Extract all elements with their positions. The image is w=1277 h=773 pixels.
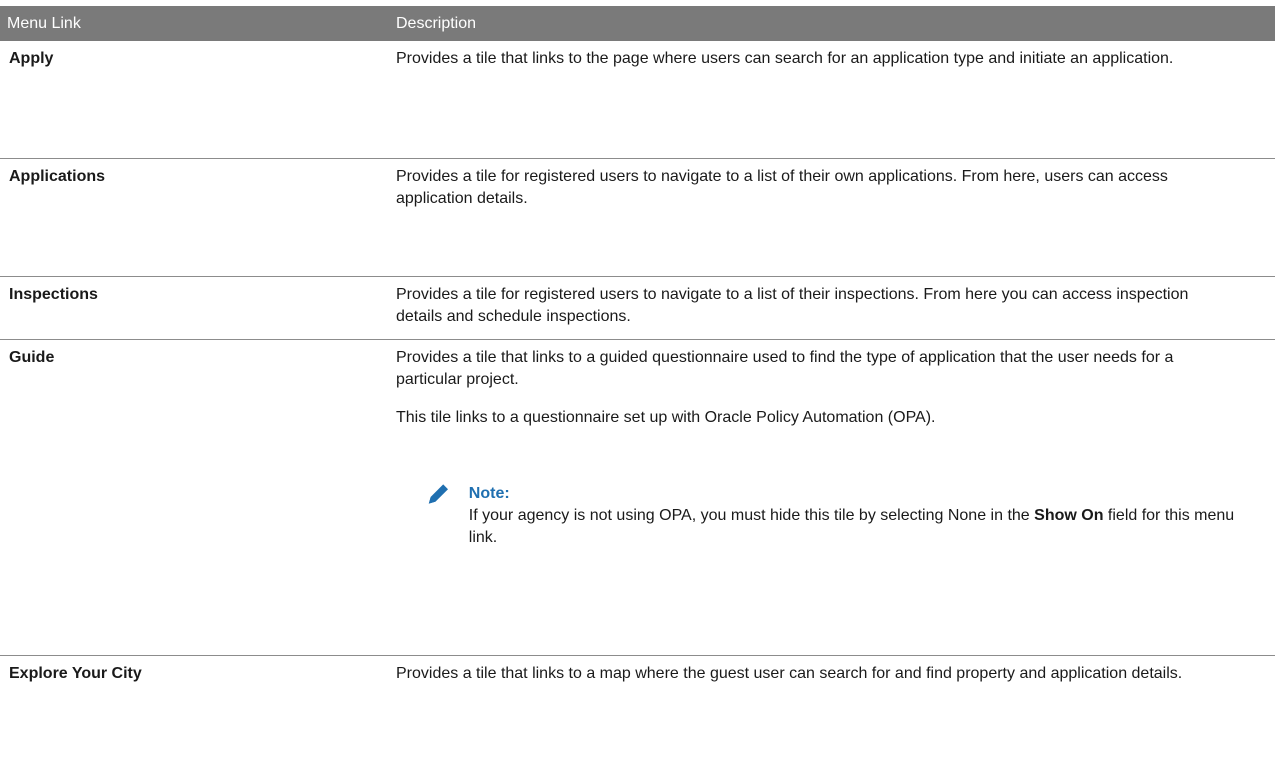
menu-link-name: Inspections bbox=[9, 286, 98, 303]
description-text: Provides a tile for registered users to … bbox=[396, 168, 1168, 207]
table-header: Menu Link Description bbox=[0, 6, 1275, 41]
table-row: Applications Provides a tile for registe… bbox=[0, 159, 1275, 277]
header-description: Description bbox=[396, 14, 477, 32]
note-text-before: If your agency is not using OPA, you mus… bbox=[468, 507, 1035, 524]
menu-link-name: Apply bbox=[9, 50, 54, 67]
menu-link-name: Explore Your City bbox=[9, 665, 142, 682]
menu-link-name: Guide bbox=[9, 349, 55, 366]
table-row: Inspections Provides a tile for register… bbox=[0, 277, 1275, 340]
menu-link-description: Provides a tile that links to a map wher… bbox=[396, 656, 1275, 773]
menu-link-name: Applications bbox=[9, 168, 106, 185]
table-row: Guide Provides a tile that links to a gu… bbox=[0, 340, 1275, 656]
menu-link-description: Provides a tile for registered users to … bbox=[396, 277, 1275, 339]
description-text: Provides a tile that links to a map wher… bbox=[396, 665, 1183, 682]
note-text-bold: Show On bbox=[1034, 507, 1104, 524]
note-body: Note: If your agency is not using OPA, y… bbox=[469, 483, 1235, 549]
menu-link-description: Provides a tile that links to the page w… bbox=[396, 41, 1275, 158]
description-text: Provides a tile that links to a guided q… bbox=[396, 349, 1174, 388]
note-text: If your agency is not using OPA, you mus… bbox=[469, 505, 1235, 549]
menu-links-table: Menu Link Description Apply Provides a t… bbox=[0, 6, 1275, 773]
description-text: Provides a tile for registered users to … bbox=[396, 286, 1189, 325]
description-text-secondary: This tile links to a questionnaire set u… bbox=[396, 409, 936, 426]
header-menu-link: Menu Link bbox=[7, 14, 81, 32]
note-box: Note: If your agency is not using OPA, y… bbox=[396, 482, 1235, 549]
menu-link-description: Provides a tile that links to a guided q… bbox=[396, 340, 1275, 655]
menu-link-description: Provides a tile for registered users to … bbox=[396, 159, 1275, 276]
note-title: Note: bbox=[468, 485, 510, 502]
pencil-icon bbox=[428, 482, 450, 504]
table-row: Apply Provides a tile that links to the … bbox=[0, 41, 1275, 159]
description-text: Provides a tile that links to the page w… bbox=[396, 50, 1174, 67]
table-row: Explore Your City Provides a tile that l… bbox=[0, 656, 1275, 773]
